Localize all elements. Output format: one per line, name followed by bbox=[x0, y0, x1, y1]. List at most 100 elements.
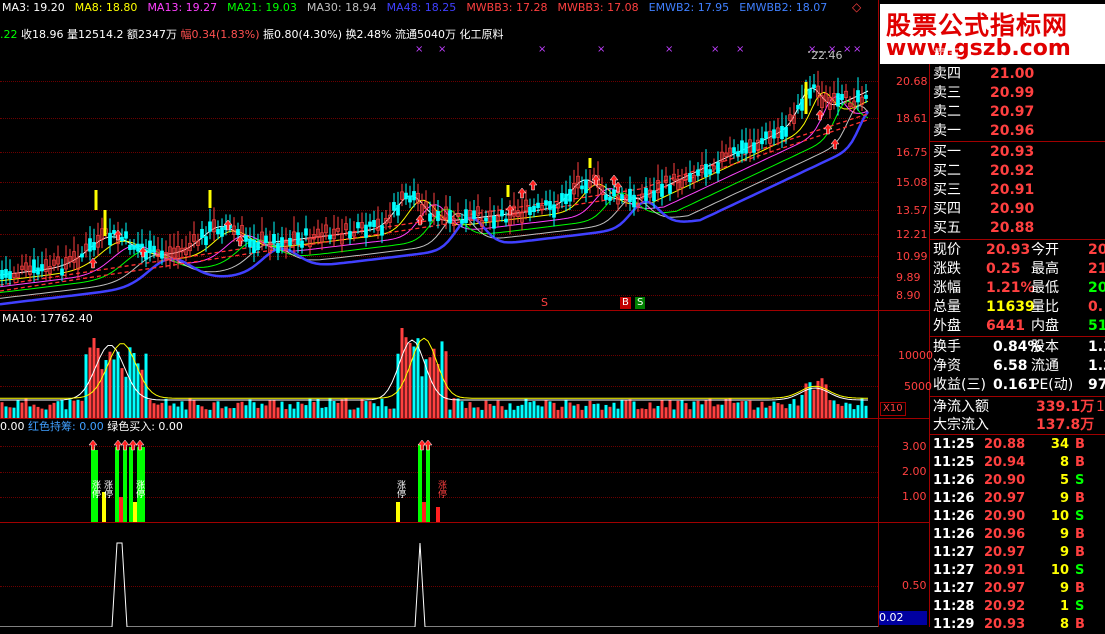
volume-bar bbox=[448, 409, 452, 418]
indicator-bar bbox=[123, 447, 127, 522]
volume-bar bbox=[76, 399, 80, 418]
sell-level-label: 卖三 bbox=[933, 85, 961, 101]
volume-bar bbox=[564, 399, 568, 418]
candle-body bbox=[148, 240, 152, 254]
sell-mark-2: S bbox=[635, 297, 646, 309]
orderbook-divider bbox=[929, 141, 1105, 142]
tick-row: 11:26 20.90 5 S bbox=[931, 472, 1105, 490]
candle-body bbox=[644, 187, 648, 201]
volume-bar bbox=[752, 409, 756, 418]
volume-unit-badge: X10 bbox=[880, 402, 906, 416]
volume-bar bbox=[456, 398, 460, 418]
volume-bar bbox=[252, 402, 256, 418]
volume-bar bbox=[420, 376, 424, 418]
buy-level-label: 买五 bbox=[933, 220, 961, 236]
candle-body bbox=[128, 244, 132, 250]
flow-label: 大宗流入 bbox=[933, 417, 989, 433]
volume-bar bbox=[408, 342, 412, 418]
volume-bar bbox=[588, 400, 592, 418]
volume-bar bbox=[320, 407, 324, 418]
volume-bar bbox=[724, 398, 728, 418]
collapse-diamond-icon[interactable]: ◇ bbox=[852, 0, 861, 14]
price-axis-tick: 16.75 bbox=[896, 146, 928, 159]
volume-bar bbox=[656, 405, 660, 418]
volume-bar bbox=[844, 402, 848, 418]
volume-bar bbox=[520, 404, 524, 418]
buy-level-price: 20.93 bbox=[990, 144, 1035, 160]
volume-bar bbox=[116, 351, 120, 418]
indicator-bar bbox=[422, 502, 426, 522]
quote-label-2: 今开 bbox=[1031, 242, 1059, 258]
volume-bar bbox=[544, 400, 548, 418]
volume-bar bbox=[736, 402, 740, 418]
volume-bar bbox=[524, 398, 528, 418]
volume-bar bbox=[692, 401, 696, 418]
volume-bar bbox=[152, 403, 156, 418]
buy-level-label: 买四 bbox=[933, 201, 961, 217]
tick-time: 11:25 bbox=[933, 455, 975, 470]
candle-body bbox=[244, 235, 248, 242]
flow-value: 339.1万 bbox=[1036, 399, 1095, 415]
candle-body bbox=[108, 232, 112, 246]
signal-x-mark: × bbox=[843, 44, 851, 55]
candle-body bbox=[840, 93, 844, 100]
tick-side: S bbox=[1075, 473, 1085, 488]
finance-label: 净资 bbox=[933, 358, 961, 374]
tick-side: B bbox=[1075, 617, 1085, 632]
buy-level-label: 买三 bbox=[933, 182, 961, 198]
finance-row: 净资 6.58流通 1.38 bbox=[931, 357, 1105, 376]
volume-bar bbox=[36, 406, 40, 418]
volume-bar bbox=[556, 409, 560, 418]
tick-time: 11:25 bbox=[933, 437, 975, 452]
quote-label: 外盘 bbox=[933, 318, 961, 334]
volume-bar bbox=[228, 408, 232, 418]
volume-bar bbox=[188, 398, 192, 418]
tick-volume: 10 bbox=[1050, 509, 1069, 524]
volume-bar bbox=[344, 398, 348, 418]
candle-body bbox=[492, 215, 496, 229]
candle-body bbox=[80, 253, 84, 258]
volume-bar bbox=[680, 400, 684, 418]
tick-volume: 9 bbox=[1059, 527, 1069, 542]
volume-chart[interactable] bbox=[0, 325, 878, 418]
candle-body bbox=[504, 218, 508, 223]
volume-bar bbox=[340, 399, 344, 418]
volume-bar bbox=[232, 408, 236, 418]
volume-bar bbox=[168, 405, 172, 418]
candle-body bbox=[628, 188, 632, 202]
ma-legend-item: MA48: 18.25 bbox=[386, 1, 457, 14]
candle-body bbox=[356, 222, 360, 229]
indicator-chart[interactable] bbox=[0, 432, 878, 522]
candle-body bbox=[404, 192, 408, 200]
candlestick-chart[interactable]: × × × × × × × × × × × bbox=[0, 40, 878, 310]
volume-bar bbox=[148, 399, 152, 418]
ind-axis-2: 2.00 bbox=[902, 465, 927, 478]
tick-price: 20.90 bbox=[984, 473, 1026, 488]
price-axis-tick: 18.61 bbox=[896, 112, 928, 125]
volume-bar bbox=[244, 405, 248, 418]
signal-arrow-icon bbox=[120, 439, 130, 451]
volume-bar bbox=[236, 402, 240, 418]
candle-body bbox=[764, 131, 768, 139]
buy-arrow-icon bbox=[815, 109, 825, 121]
limit-up-candle bbox=[804, 82, 808, 114]
price-axis-tick: 8.90 bbox=[896, 289, 921, 302]
volume-bar bbox=[164, 398, 168, 418]
volume-bar bbox=[624, 399, 628, 418]
volume-bar bbox=[568, 402, 572, 418]
volume-bar bbox=[620, 399, 624, 418]
volume-bar bbox=[356, 407, 360, 418]
tick-row: 11:25 20.94 8 B bbox=[931, 454, 1105, 472]
volume-ma-title: MA10: 17762.40 bbox=[2, 312, 93, 325]
candle-body bbox=[8, 271, 12, 279]
tick-price: 20.96 bbox=[984, 527, 1026, 542]
volume-bar bbox=[616, 408, 620, 418]
bottom-indicator-chart[interactable] bbox=[0, 523, 878, 627]
volume-bar bbox=[328, 398, 332, 418]
volume-bar bbox=[248, 399, 252, 418]
candle-body bbox=[460, 219, 464, 224]
signal-x-mark: × bbox=[711, 44, 719, 55]
volume-bar bbox=[696, 400, 700, 418]
volume-bar bbox=[212, 402, 216, 418]
tick-price: 20.90 bbox=[984, 509, 1026, 524]
